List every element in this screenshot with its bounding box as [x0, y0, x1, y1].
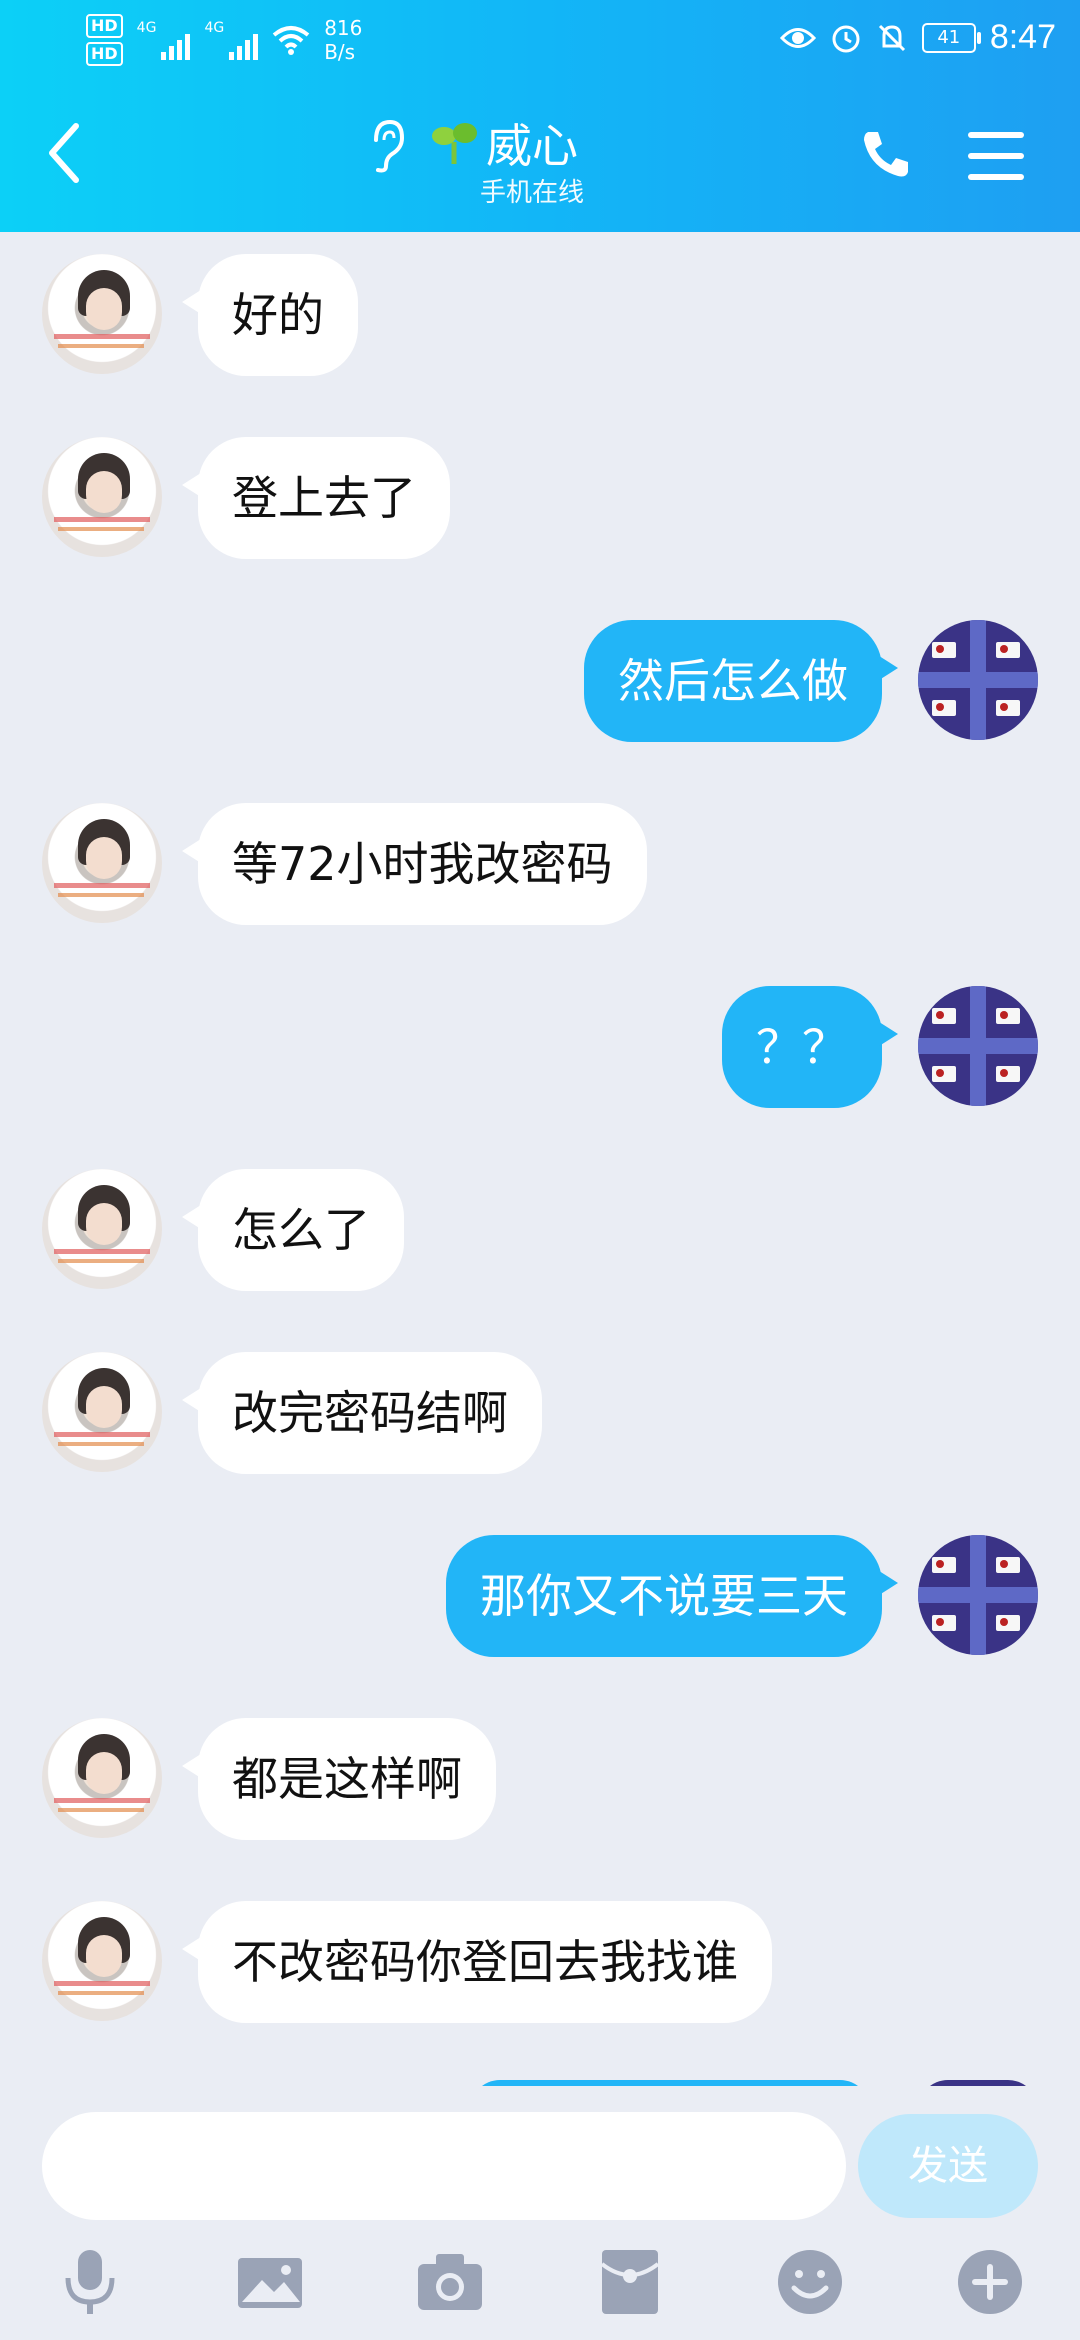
message-row: 然后怎么做 — [0, 620, 1080, 750]
avatar[interactable] — [918, 620, 1038, 740]
battery-icon: 41 — [921, 22, 981, 53]
send-button[interactable]: 发送 — [858, 2114, 1038, 2218]
input-bar: 发送 — [0, 2086, 1080, 2340]
mute-bell-icon — [878, 24, 905, 51]
speed-unit: B/s — [324, 40, 356, 64]
message-row: 那你又不说要三天 — [0, 1535, 1080, 1665]
signal-icon: 4G — [204, 20, 259, 60]
clock: 8:47 — [989, 18, 1056, 56]
chevron-left-icon[interactable] — [40, 118, 90, 188]
avatar[interactable] — [918, 986, 1038, 1106]
message-bubble[interactable]: 不改密码你登回去我找谁 — [182, 1901, 772, 2023]
message-row: 都是这样啊 — [0, 1718, 1080, 1848]
message-bubble[interactable]: 那你又不说要三天 — [446, 1535, 898, 1657]
avatar[interactable] — [42, 254, 162, 374]
message-bubble[interactable]: 然后怎么做 — [584, 620, 898, 742]
message-bubble[interactable]: 好的 — [182, 254, 358, 376]
message-bubble[interactable]: 怎么了 — [182, 1169, 404, 1291]
status-left: HD HD 4G 4G 816 B/s — [86, 14, 362, 66]
image-icon[interactable] — [234, 2246, 306, 2318]
phone-icon[interactable] — [858, 126, 914, 182]
status-bar: HD HD 4G 4G 816 B/s 41 8:47 — [0, 0, 1080, 80]
ear-icon[interactable] — [366, 118, 406, 174]
chat-header: HD HD 4G 4G 816 B/s 41 8:47 威心 手机在线 — [0, 0, 1080, 232]
message-bubble[interactable]: 都是这样啊 — [182, 1718, 496, 1840]
message-input[interactable] — [42, 2112, 846, 2220]
avatar[interactable] — [42, 1169, 162, 1289]
speed-value: 816 — [324, 16, 363, 40]
message-row: 改完密码结啊 — [0, 1352, 1080, 1482]
contact-name: 威心 — [486, 119, 578, 173]
avatar[interactable] — [42, 1352, 162, 1472]
message-row: 登上去了 — [0, 437, 1080, 567]
hd-badge: HD — [86, 14, 123, 38]
avatar[interactable] — [42, 803, 162, 923]
message-row: 不改密码你登回去我找谁 — [0, 1901, 1080, 2031]
online-status: 手机在线 — [480, 178, 585, 208]
message-row: ？？ — [0, 986, 1080, 1116]
status-right: 41 8:47 — [779, 18, 1056, 57]
red-packet-icon[interactable] — [594, 2246, 666, 2318]
network-type: 4G — [204, 20, 225, 36]
eye-icon — [779, 27, 816, 48]
hd-indicators: HD HD — [86, 14, 123, 66]
plus-icon[interactable] — [954, 2246, 1026, 2318]
contact-title[interactable]: 威心 — [432, 110, 578, 176]
message-bubble[interactable]: 等72小时我改密码 — [182, 803, 647, 925]
hd-badge: HD — [86, 42, 123, 66]
network-speed: 816 B/s — [324, 16, 362, 64]
message-list[interactable]: 好的 登上去了 然后怎么做 等72小时我改密码 ？？ 怎么了 改完密码结啊 那你… — [0, 232, 1080, 2086]
signal-icon: 4G — [137, 20, 191, 60]
message-row: 等72小时我改密码 — [0, 803, 1080, 933]
avatar[interactable] — [42, 437, 162, 557]
avatar[interactable] — [918, 1535, 1038, 1655]
input-toolbar — [0, 2246, 1080, 2326]
message-row: 怎么了 — [0, 1169, 1080, 1299]
sprout-icon — [432, 123, 477, 164]
message-bubble[interactable]: 登上去了 — [182, 437, 450, 559]
wifi-icon — [272, 26, 310, 55]
message-row: 好的 — [0, 254, 1080, 384]
microphone-icon[interactable] — [54, 2246, 126, 2318]
avatar[interactable] — [42, 1901, 162, 2021]
menu-icon[interactable] — [968, 132, 1024, 180]
alarm-icon — [832, 25, 860, 52]
emoji-icon[interactable] — [774, 2246, 846, 2318]
message-bubble[interactable]: ？？ — [722, 986, 898, 1108]
avatar[interactable] — [42, 1718, 162, 1838]
network-type: 4G — [136, 20, 157, 36]
camera-icon[interactable] — [414, 2246, 486, 2318]
message-bubble[interactable]: 改完密码结啊 — [182, 1352, 542, 1474]
